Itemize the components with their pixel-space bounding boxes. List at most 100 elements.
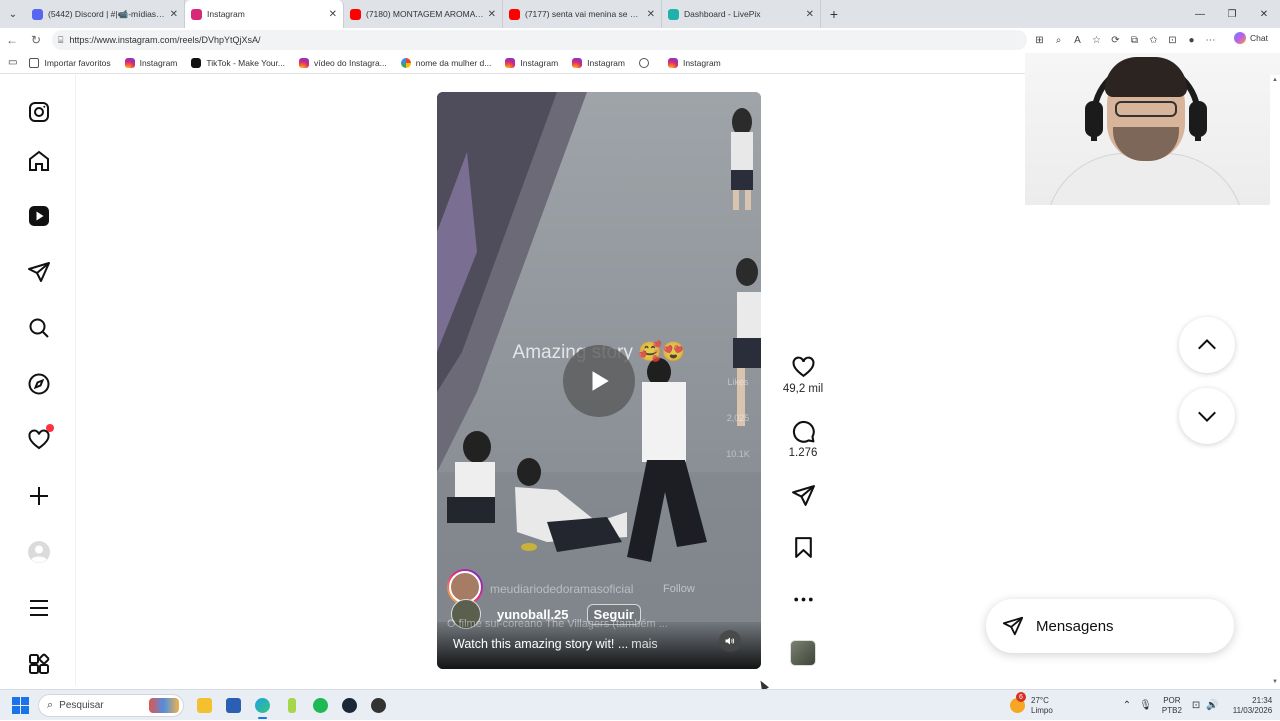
bookmark-label: vídeo do Instagra... bbox=[313, 57, 387, 68]
like-heart-icon[interactable] bbox=[791, 355, 816, 380]
direct-messages-icon[interactable] bbox=[26, 259, 52, 285]
mute-toggle[interactable] bbox=[719, 630, 741, 652]
bookmark-item[interactable]: TikTok - Make Your... bbox=[191, 57, 285, 68]
edge-browser-icon[interactable] bbox=[248, 694, 277, 719]
like-count[interactable]: 49,2 mil bbox=[783, 383, 823, 395]
zoom-icon[interactable]: ⌕ bbox=[1049, 30, 1068, 50]
browser-tab[interactable]: (5442) Discord | #|📹-mídias | Puti ✕ bbox=[26, 0, 185, 28]
page-scrollbar[interactable]: ▲ ▼ bbox=[1270, 75, 1280, 687]
previous-reel-button[interactable] bbox=[1179, 317, 1235, 373]
copilot-chat-button[interactable]: Chat bbox=[1234, 32, 1268, 44]
back-button[interactable]: ← bbox=[0, 28, 24, 52]
more-options-icon[interactable] bbox=[791, 587, 816, 612]
site-info-icon[interactable]: ⌸ bbox=[58, 35, 63, 46]
favorite-star-icon[interactable]: ☆ bbox=[1087, 30, 1106, 50]
close-tab-icon[interactable]: ✕ bbox=[329, 9, 337, 20]
file-explorer-icon[interactable] bbox=[190, 694, 219, 717]
instagram-logo-icon[interactable] bbox=[26, 99, 52, 125]
webcam-overlay bbox=[1025, 53, 1280, 205]
close-window-button[interactable]: ✕ bbox=[1248, 0, 1280, 28]
browser-tab[interactable]: (7177) senta vai menina se perde r ✕ bbox=[503, 0, 662, 28]
create-plus-icon[interactable] bbox=[26, 483, 52, 509]
bookmark-label: Instagram bbox=[682, 57, 721, 68]
bookmark-item[interactable]: Instagram bbox=[505, 57, 558, 68]
also-from-meta-icon[interactable] bbox=[26, 651, 52, 677]
collections-icon[interactable]: ⊡ bbox=[1163, 30, 1182, 50]
search-icon[interactable] bbox=[26, 315, 52, 341]
clock[interactable]: 21:34 11/03/2026 bbox=[1233, 696, 1272, 716]
more-menu-icon[interactable] bbox=[26, 595, 52, 621]
reels-icon[interactable] bbox=[26, 203, 52, 229]
tab-actions-menu[interactable]: ⌄ bbox=[0, 0, 26, 28]
taskbar-search[interactable]: ⌕ Pesquisar bbox=[38, 694, 184, 717]
obs-icon[interactable] bbox=[364, 694, 393, 717]
fortnite-icon[interactable] bbox=[277, 694, 306, 717]
close-tab-icon[interactable]: ✕ bbox=[647, 9, 655, 20]
close-tab-icon[interactable]: ✕ bbox=[806, 9, 814, 20]
restore-button[interactable]: ❐ bbox=[1216, 0, 1248, 28]
new-tab-button[interactable]: + bbox=[821, 0, 847, 28]
network-icon[interactable]: ⊡ bbox=[1192, 700, 1200, 711]
next-reel-button[interactable] bbox=[1179, 388, 1235, 444]
browser-tab[interactable]: Instagram ✕ bbox=[185, 0, 344, 28]
bookmark-item[interactable]: Importar favoritos bbox=[29, 57, 111, 68]
window-controls: — ❐ ✕ bbox=[1184, 0, 1280, 28]
tab-title: (7177) senta vai menina se perde r bbox=[525, 9, 643, 19]
word-icon[interactable] bbox=[219, 694, 248, 717]
favorites-icon[interactable]: ✩ bbox=[1144, 30, 1163, 50]
volume-icon[interactable]: 🔊 bbox=[1206, 700, 1218, 711]
read-aloud-icon[interactable]: A bbox=[1068, 30, 1087, 50]
refresh-button[interactable]: ↻ bbox=[24, 28, 48, 52]
play-button[interactable] bbox=[563, 345, 635, 417]
bookmark-item[interactable]: vídeo do Instagra... bbox=[298, 57, 387, 68]
bookmark-ig-icon bbox=[124, 57, 135, 68]
url-field[interactable]: ⌸ https://www.instagram.com/reels/DVhpYt… bbox=[52, 30, 1027, 50]
tab-bar: ⌄ (5442) Discord | #|📹-mídias | Puti ✕ Ins… bbox=[0, 0, 1280, 28]
more-menu-icon[interactable]: ⋯ bbox=[1201, 30, 1220, 50]
start-button[interactable] bbox=[12, 697, 29, 714]
share-icon[interactable] bbox=[791, 483, 816, 508]
chevron-up-icon bbox=[1198, 338, 1216, 350]
app-available-icon[interactable]: ⊞ bbox=[1030, 30, 1049, 50]
bookmark-item[interactable]: Instagram bbox=[124, 57, 177, 68]
bookmark-item[interactable] bbox=[638, 57, 654, 68]
close-tab-icon[interactable]: ✕ bbox=[170, 9, 178, 20]
minimize-button[interactable]: — bbox=[1184, 0, 1216, 28]
browser-tab[interactable]: (7180) MONTAGEM AROMA (Exte ✕ bbox=[344, 0, 503, 28]
original-audio-thumbnail[interactable] bbox=[790, 640, 816, 666]
comment-icon[interactable] bbox=[791, 419, 816, 444]
split-screen-icon[interactable]: ⧉ bbox=[1125, 30, 1144, 50]
reel-video-player[interactable]: Amazing story 🥰😍 Likes 2,025 10.1K meudi… bbox=[437, 92, 761, 669]
bookmark-item[interactable]: nome da mulher d... bbox=[400, 57, 491, 68]
reading-list-icon[interactable]: ▭ bbox=[8, 57, 17, 68]
spotify-icon[interactable] bbox=[306, 694, 335, 717]
tab-favicon-icon bbox=[32, 8, 43, 20]
reel-description[interactable]: Watch this amazing story wit! ... mais bbox=[453, 637, 658, 651]
video-embedded-like-count: Likes bbox=[727, 377, 749, 387]
profile-avatar-icon[interactable]: ● bbox=[1182, 30, 1201, 50]
messages-button[interactable]: Mensagens bbox=[986, 599, 1234, 653]
close-tab-icon[interactable]: ✕ bbox=[488, 9, 496, 20]
system-tray: 6 27°C Limpo ⌃ 🎙 POR PTB2 ⊡ 🔊 21:34 11/03/2… bbox=[1010, 690, 1272, 721]
input-language[interactable]: POR PTB2 bbox=[1162, 696, 1182, 716]
bookmark-icon[interactable] bbox=[791, 535, 816, 560]
home-icon[interactable] bbox=[26, 148, 52, 174]
bookmark-globe-icon bbox=[638, 57, 649, 68]
profile-avatar-icon[interactable] bbox=[26, 539, 52, 565]
explore-compass-icon[interactable] bbox=[26, 371, 52, 397]
bookmark-item[interactable]: Instagram bbox=[667, 57, 721, 68]
steam-icon[interactable] bbox=[335, 694, 364, 717]
browser-tab[interactable]: Dashboard - LivePix ✕ bbox=[662, 0, 821, 28]
bookmark-item[interactable]: Instagram bbox=[572, 57, 625, 68]
instagram-sidebar bbox=[0, 75, 76, 685]
bookmark-g-icon bbox=[400, 57, 411, 68]
microphone-icon[interactable]: 🎙 bbox=[1139, 700, 1152, 711]
show-hidden-icons-icon[interactable]: ⌃ bbox=[1123, 700, 1131, 711]
bookmark-label: Importar favoritos bbox=[44, 57, 111, 68]
comment-count: 1.276 bbox=[788, 447, 818, 459]
notifications-heart-icon[interactable] bbox=[26, 424, 54, 453]
extensions-icon[interactable]: ⟳ bbox=[1106, 30, 1125, 50]
bookmark-label: TikTok - Make Your... bbox=[206, 57, 285, 68]
more-link[interactable]: mais bbox=[631, 637, 657, 651]
weather-widget[interactable]: 6 27°C Limpo bbox=[1010, 692, 1053, 716]
